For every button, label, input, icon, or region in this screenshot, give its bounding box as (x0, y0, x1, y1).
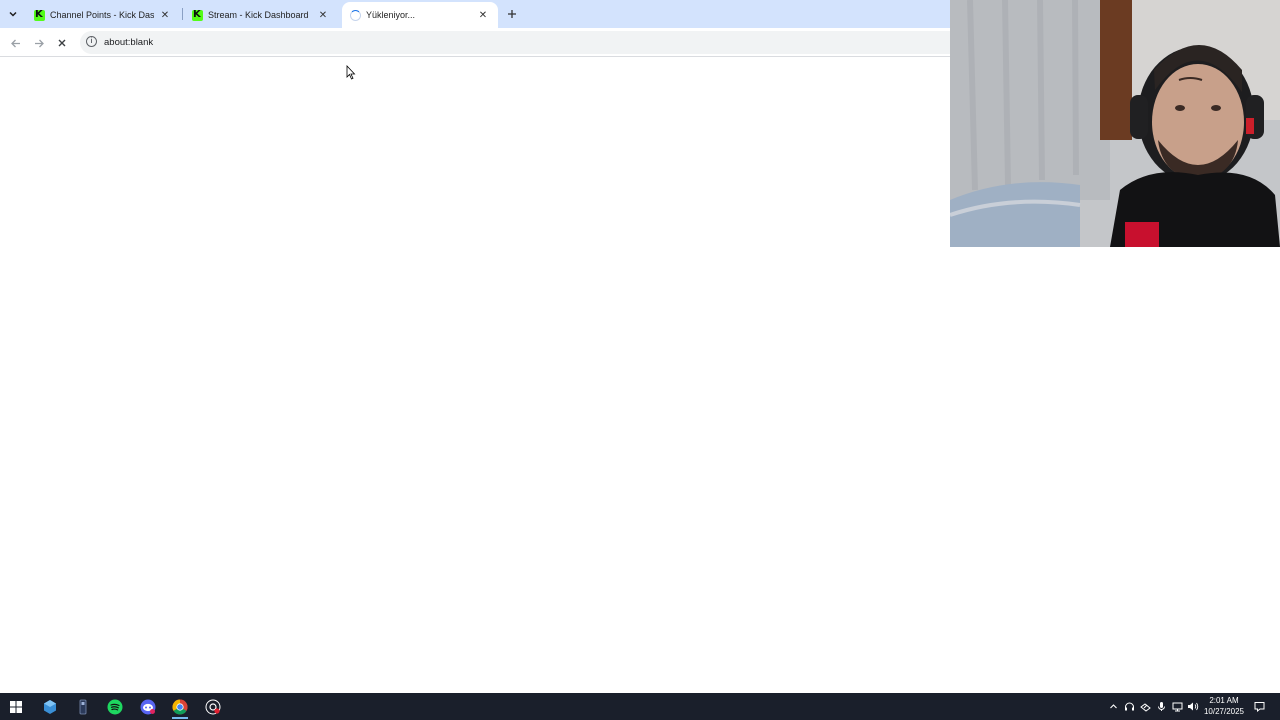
tab-channel-points[interactable]: Channel Points - Kick Dashboard ✕ (26, 2, 180, 28)
address-url[interactable]: about:blank (104, 37, 153, 48)
kick-logo-icon (192, 9, 203, 21)
taskbar-clock[interactable]: 2:01 AM 10/27/2025 (1196, 695, 1252, 717)
clock-date: 10/27/2025 (1203, 707, 1245, 716)
stop-loading-button[interactable] (53, 34, 71, 52)
plus-icon (508, 10, 516, 18)
cube-app-icon (44, 700, 56, 714)
mouse-cursor-icon (346, 65, 356, 80)
tab-title: Yükleniyor... (366, 10, 416, 20)
steam-tray-icon[interactable] (1138, 698, 1152, 714)
spotify-icon (107, 699, 123, 715)
tab-title: Stream - Kick Dashboard (208, 10, 309, 20)
start-button[interactable] (5, 696, 27, 718)
windows-logo-icon (10, 701, 22, 713)
close-icon[interactable]: ✕ (476, 8, 490, 22)
tab-stream[interactable]: Stream - Kick Dashboard ✕ (184, 2, 338, 28)
chevron-down-icon (9, 11, 17, 17)
microphone-icon (1157, 701, 1165, 711)
tab-loading[interactable]: Yükleniyor... ✕ (342, 2, 498, 28)
taskbar-app-chrome[interactable] (169, 696, 191, 719)
screen: Channel Points - Kick Dashboard ✕ Stream… (0, 0, 1280, 720)
webcam-feed-image (950, 0, 1280, 247)
tab-title: Channel Points - Kick Dashboard (50, 10, 154, 20)
network-tray-icon[interactable] (1170, 698, 1184, 714)
headset-tray-icon[interactable] (1122, 698, 1136, 714)
network-icon (1172, 702, 1182, 711)
kick-logo-icon (34, 9, 45, 21)
obs-streaming-icon (205, 699, 221, 715)
arrow-right-icon (34, 39, 44, 47)
close-icon (58, 39, 66, 47)
tab-separator (182, 8, 183, 20)
chrome-icon (172, 699, 188, 715)
taskbar-app-obs[interactable] (202, 696, 224, 718)
back-button[interactable] (6, 34, 24, 52)
microphone-tray-icon[interactable] (1154, 698, 1168, 714)
steam-icon (1139, 702, 1151, 712)
close-icon[interactable]: ✕ (158, 8, 172, 22)
usb-drive-icon (79, 699, 87, 715)
chevron-up-icon (1109, 703, 1117, 708)
taskbar-app-usb-device[interactable] (72, 696, 94, 718)
notification-icon (1254, 701, 1264, 712)
clock-time: 2:01 AM (1209, 696, 1239, 705)
loading-spinner-icon (350, 9, 361, 21)
discord-icon (140, 699, 156, 715)
tab-search-button[interactable] (4, 5, 22, 23)
forward-button[interactable] (30, 34, 48, 52)
arrow-left-icon (10, 39, 20, 47)
taskbar-app-kick-studio[interactable] (39, 696, 61, 718)
new-tab-button[interactable] (503, 5, 521, 23)
webcam-overlay (950, 0, 1280, 247)
notification-center-button[interactable] (1252, 698, 1266, 714)
close-icon[interactable]: ✕ (316, 8, 330, 22)
show-hidden-icons-button[interactable] (1107, 698, 1119, 714)
headphones-icon (1124, 702, 1134, 710)
taskbar-app-spotify[interactable] (104, 696, 126, 718)
windows-taskbar: 2:01 AM 10/27/2025 (0, 693, 1280, 720)
taskbar-app-discord[interactable] (137, 696, 159, 718)
info-icon[interactable]: i (86, 36, 97, 47)
